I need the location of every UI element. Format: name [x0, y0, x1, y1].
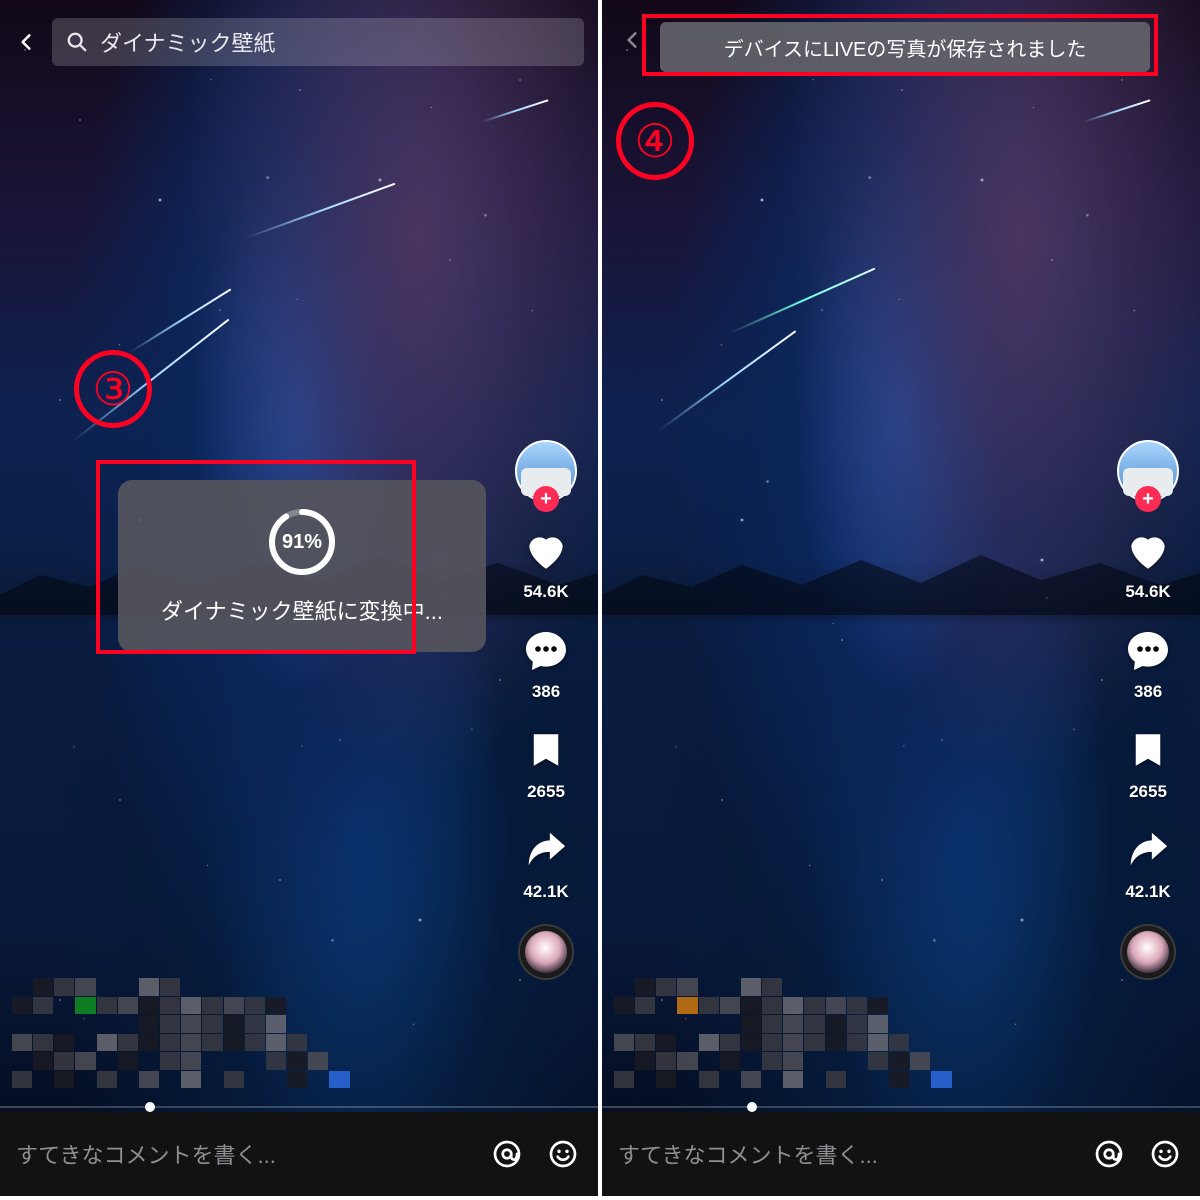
action-rail: + 54.6K 386 2655 42.1K — [1100, 440, 1196, 980]
saved-toast: デバイスにLIVEの写真が保存されました — [660, 22, 1150, 72]
share-button[interactable]: 42.1K — [1122, 824, 1174, 902]
shooting-star — [71, 319, 230, 444]
toast-text: デバイスにLIVEの写真が保存されました — [724, 33, 1087, 62]
comment-button[interactable]: 386 — [520, 624, 572, 702]
comment-count: 386 — [532, 682, 560, 702]
video-progress-track[interactable] — [0, 1106, 598, 1108]
bookmark-button[interactable]: 2655 — [520, 724, 572, 802]
heart-icon — [520, 524, 572, 576]
bookmark-count: 2655 — [527, 782, 565, 802]
screen-4-saved: デバイスにLIVEの写真が保存されました + 54.6K 386 2655 — [602, 0, 1200, 1196]
action-rail: + 54.6K 386 2655 42.1K — [498, 440, 594, 980]
author-avatar[interactable]: + — [515, 440, 577, 502]
annotation-step-number: ④ — [616, 102, 694, 180]
like-button[interactable]: 54.6K — [520, 524, 572, 602]
search-input[interactable]: ダイナミック壁紙 — [52, 18, 584, 66]
bookmark-icon — [1122, 724, 1174, 776]
conversion-progress-dialog: 91% ダイナミック壁紙に変換中... — [118, 480, 486, 652]
scrubber-handle[interactable] — [747, 1102, 757, 1112]
share-button[interactable]: 42.1K — [520, 824, 572, 902]
like-count: 54.6K — [523, 582, 568, 602]
share-count: 42.1K — [523, 882, 568, 902]
sound-disc[interactable] — [1120, 924, 1176, 980]
back-button[interactable] — [14, 30, 38, 54]
scrubber-handle[interactable] — [145, 1102, 155, 1112]
progress-percent: 91% — [266, 506, 338, 578]
comment-bar: すてきなコメントを書く... — [0, 1112, 598, 1196]
share-icon — [1122, 824, 1174, 876]
mention-button[interactable] — [1090, 1135, 1128, 1173]
search-icon — [66, 31, 88, 53]
comment-button[interactable]: 386 — [1122, 624, 1174, 702]
emoji-button[interactable] — [544, 1135, 582, 1173]
like-button[interactable]: 54.6K — [1122, 524, 1174, 602]
comment-input[interactable]: すてきなコメントを書く... — [618, 1138, 1072, 1170]
heart-icon — [1122, 524, 1174, 576]
follow-button[interactable]: + — [1135, 486, 1161, 512]
comment-bar: すてきなコメントを書く... — [602, 1112, 1200, 1196]
bookmark-button[interactable]: 2655 — [1122, 724, 1174, 802]
annotation-step-number: ③ — [74, 350, 152, 428]
mention-button[interactable] — [488, 1135, 526, 1173]
share-icon — [520, 824, 572, 876]
author-avatar[interactable]: + — [1117, 440, 1179, 502]
follow-button[interactable]: + — [533, 486, 559, 512]
comment-icon — [520, 624, 572, 676]
comment-icon — [1122, 624, 1174, 676]
progress-label: ダイナミック壁紙に変換中... — [140, 594, 464, 626]
top-bar: ダイナミック壁紙 — [14, 18, 584, 66]
video-progress-track[interactable] — [602, 1106, 1200, 1108]
progress-ring: 91% — [266, 506, 338, 578]
search-value: ダイナミック壁紙 — [100, 26, 276, 58]
bookmark-icon — [520, 724, 572, 776]
sound-disc[interactable] — [518, 924, 574, 980]
caption-area-blurred — [614, 978, 994, 1088]
caption-area-blurred — [12, 978, 392, 1088]
comment-input[interactable]: すてきなコメントを書く... — [16, 1138, 470, 1170]
back-button[interactable] — [622, 30, 642, 55]
screen-3-converting: ダイナミック壁紙 + 54.6K 386 2655 — [0, 0, 598, 1196]
emoji-button[interactable] — [1146, 1135, 1184, 1173]
